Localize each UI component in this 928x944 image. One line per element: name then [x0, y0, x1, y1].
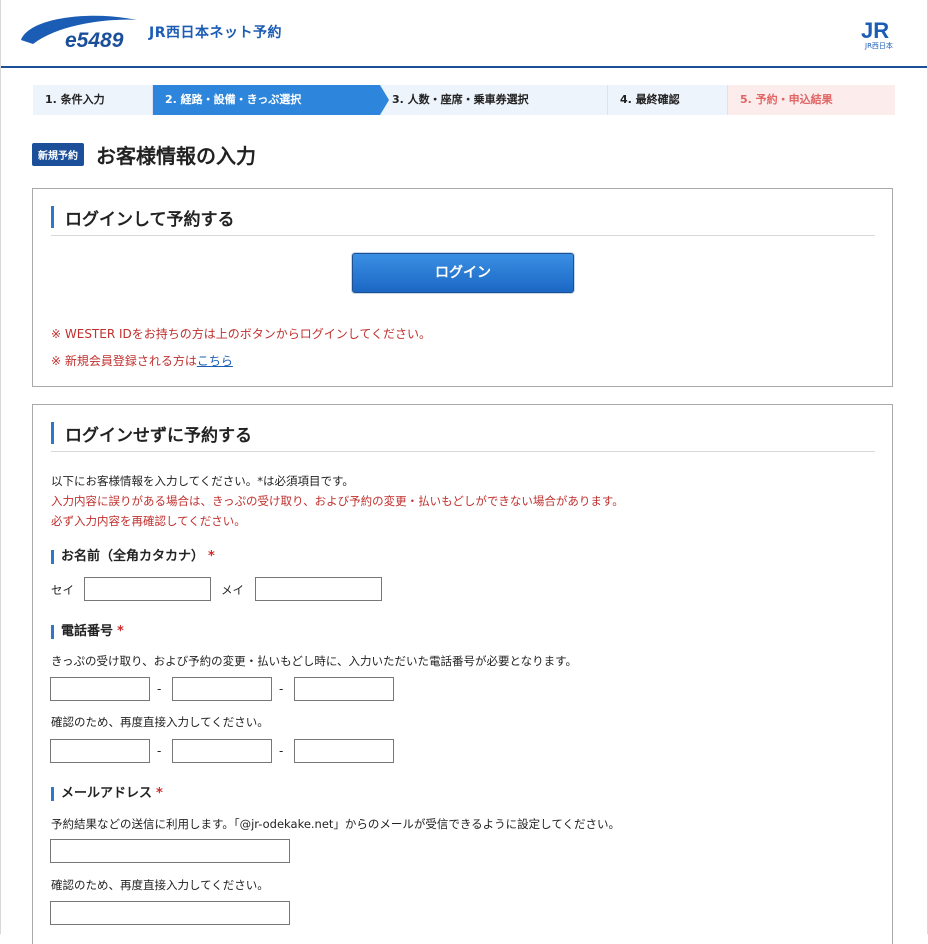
site-name: JR西日本ネット予約 [149, 25, 282, 41]
new-reservation-badge: 新規予約 [32, 142, 84, 166]
step-2-active: 2. 経路・設備・きっぷ選択 [153, 85, 389, 115]
step-4: 4. 最終確認 [608, 85, 728, 115]
phone-confirm-input-2[interactable] [172, 739, 272, 763]
wester-id-note: ※ WESTER IDをお持ちの方は上のボタンからログインしてください。 [51, 327, 432, 341]
phone-confirm-label: 確認のため、再度直接入力してください。 [51, 715, 269, 729]
site-header: e5489 JR西日本ネット予約 JR JR西日本 [1, 0, 927, 68]
phone-separator: - [279, 744, 284, 758]
page-title: お客様情報の入力 [96, 143, 256, 168]
login-button[interactable]: ログイン [352, 253, 574, 293]
phone-input-1[interactable] [50, 677, 150, 701]
heading-accent-bar [51, 422, 54, 444]
e5489-logo[interactable]: e5489 [19, 12, 141, 52]
phone-field-label: 電話番号 * [51, 624, 124, 640]
page-title-row: 新規予約 お客様情報の入力 [32, 141, 256, 168]
intro-line-1: 以下にお客様情報を入力してください。*は必須項目です。 [51, 474, 354, 488]
login-panel: ログインして予約する ログイン ※ WESTER IDをお持ちの方は上のボタンか… [32, 188, 893, 387]
phone-input-3[interactable] [294, 677, 394, 701]
step-5: 5. 予約・申込結果 [728, 85, 895, 115]
name-field-label: お名前（全角カタカナ） * [51, 549, 215, 565]
heading-accent-bar [51, 206, 54, 228]
guest-panel-heading: ログインせずに予約する [51, 421, 875, 452]
email-label-text: メールアドレス [61, 786, 153, 801]
mei-label: メイ [221, 583, 244, 597]
jr-logo-subtext: JR西日本 [864, 41, 893, 50]
register-link[interactable]: こちら [197, 354, 233, 368]
phone-confirm-input-1[interactable] [50, 739, 150, 763]
phone-description: きっぷの受け取り、および予約の変更・払いもどし時に、入力いただいた電話番号が必要… [51, 654, 578, 668]
mei-input[interactable] [255, 577, 382, 601]
phone-separator: - [157, 744, 162, 758]
required-mark: * [117, 624, 124, 639]
login-panel-heading: ログインして予約する [51, 205, 875, 236]
guest-heading-text: ログインせずに予約する [65, 426, 252, 446]
email-description: 予約結果などの送信に利用します。「@jr-odekake.net」からのメールが… [51, 817, 620, 831]
step-3: 3. 人数・座席・乗車券選択 [380, 85, 608, 115]
email-confirm-input[interactable] [50, 901, 290, 925]
logo-text: e5489 [65, 29, 124, 52]
email-confirm-label: 確認のため、再度直接入力してください。 [51, 878, 269, 892]
phone-label-text: 電話番号 [61, 624, 114, 639]
phone-input-2[interactable] [172, 677, 272, 701]
phone-separator: - [157, 682, 162, 696]
sei-input[interactable] [84, 577, 211, 601]
guest-panel: ログインせずに予約する 以下にお客様情報を入力してください。*は必須項目です。 … [32, 404, 893, 944]
email-input[interactable] [50, 839, 290, 863]
jr-logo-mark: JR [861, 18, 889, 43]
required-mark: * [208, 549, 215, 564]
phone-separator: - [279, 682, 284, 696]
login-heading-text: ログインして予約する [65, 210, 235, 230]
guest-intro: 以下にお客様情報を入力してください。*は必須項目です。 入力内容に誤りがある場合… [51, 471, 624, 531]
email-field-label: メールアドレス * [51, 786, 163, 802]
progress-steps: 1. 条件入力 2. 経路・設備・きっぷ選択 3. 人数・座席・乗車券選択 4.… [33, 85, 895, 115]
phone-confirm-input-3[interactable] [294, 739, 394, 763]
required-mark: * [156, 786, 163, 801]
name-label-text: お名前（全角カタカナ） [61, 549, 205, 564]
step-1: 1. 条件入力 [33, 85, 153, 115]
register-note-text: ※ 新規会員登録される方は [51, 354, 197, 368]
register-note: ※ 新規会員登録される方はこちら [51, 352, 233, 369]
intro-line-3: 必ず入力内容を再確認してください。 [51, 514, 246, 528]
sei-label: セイ [51, 583, 74, 597]
intro-line-2: 入力内容に誤りがある場合は、きっぷの受け取り、および予約の変更・払いもどしができ… [51, 494, 624, 508]
jr-west-logo[interactable]: JR JR西日本 [859, 16, 903, 50]
